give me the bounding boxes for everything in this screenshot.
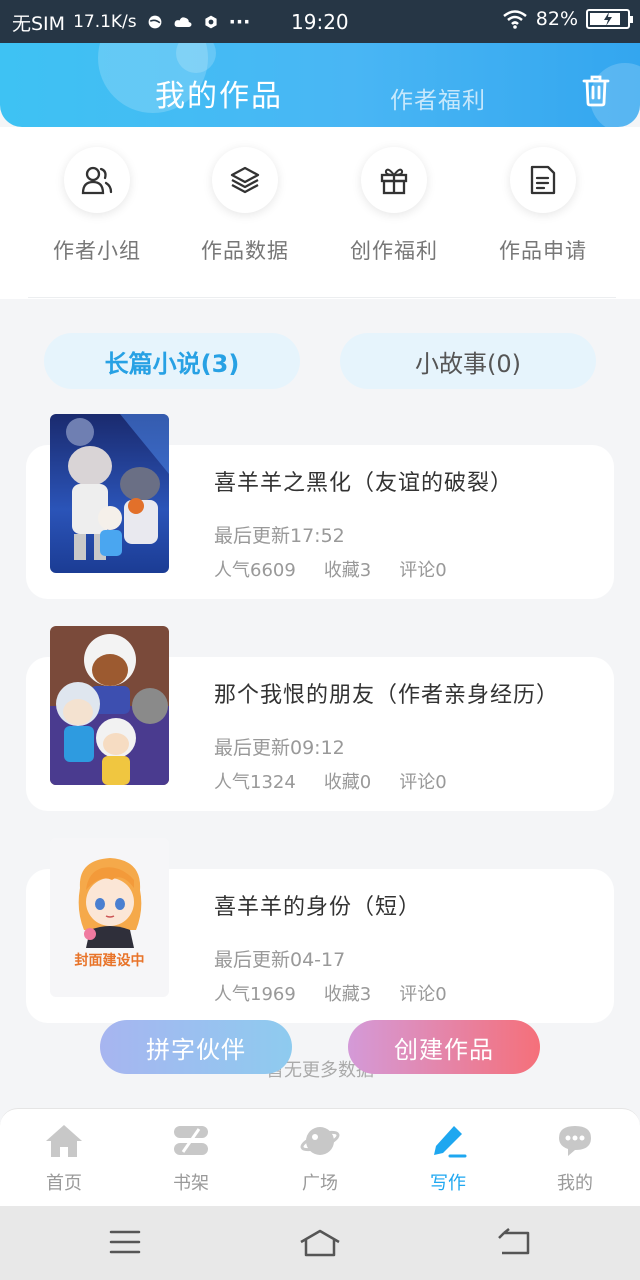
tab-writing[interactable]: 写作 [398,1123,498,1195]
creation-benefits-button[interactable]: 创作福利 [324,147,464,265]
cover-placeholder-text: 封面建设中 [74,953,145,969]
chat-icon [559,1126,591,1156]
tab-label: 书架 [173,1173,209,1194]
action-label: 作者小组 [53,239,141,263]
popularity-count: 人气1324 [214,772,296,793]
document-icon [510,147,576,213]
tab-mine[interactable]: 我的 [525,1123,625,1195]
action-label: 作品数据 [201,239,289,263]
author-group-button[interactable]: 作者小组 [27,147,167,265]
comments-count: 评论0 [399,984,447,1005]
no-more-data-text: 暂无更多数据 [266,1060,374,1081]
cloud-icon [174,17,192,27]
tab-label: 首页 [46,1173,82,1194]
tab-author-benefits[interactable]: 作者福利 [390,81,486,115]
comments-count: 评论0 [399,772,447,793]
work-application-button[interactable]: 作品申请 [473,147,613,265]
tab-novels[interactable]: 长篇小说(3) [44,333,300,389]
system-nav-bar [0,1206,640,1280]
work-stats: 人气1324 收藏0 评论0 [214,768,447,794]
planet-icon [300,1127,340,1155]
trash-icon[interactable] [580,73,612,107]
tab-label: 我的 [557,1173,593,1194]
battery-percent: 82% [535,8,578,30]
tab-bookshelf[interactable]: 书架 [141,1123,241,1195]
work-updated: 最后更新04-17 [214,949,346,971]
work-data-button[interactable]: 作品数据 [175,147,315,265]
work-title: 喜羊羊的身份（短） [214,895,422,920]
app-badge-icon [205,15,217,29]
divider [28,297,616,298]
layers-icon [212,147,278,213]
tab-plaza[interactable]: 广场 [270,1123,370,1195]
home-nav-icon[interactable] [298,1228,342,1258]
work-updated: 最后更新17:52 [214,525,345,547]
gift-icon [361,147,427,213]
work-updated: 最后更新09:12 [214,737,345,759]
tab-label: 写作 [430,1173,466,1194]
partner-button[interactable]: 拼字伙伴 [100,1020,292,1074]
header: 我的作品 作者福利 [0,43,640,127]
menu-icon[interactable] [108,1228,142,1256]
carrier-text: 无SIM [12,12,66,35]
favorites-count: 收藏3 [323,984,372,1005]
wifi-icon [502,10,527,29]
group-icon [64,147,130,213]
home-icon [46,1125,82,1157]
comments-count: 评论0 [399,560,447,581]
action-label: 作品申请 [499,239,587,263]
create-work-button[interactable]: 创建作品 [348,1020,540,1074]
pen-icon [434,1126,467,1158]
work-title: 那个我恨的朋友（作者亲身经历） [214,683,560,708]
page-title[interactable]: 我的作品 [155,71,283,115]
bottom-tab-bar: 首页 书架 广场 写作 我的 [0,1108,640,1206]
work-stats: 人气6609 收藏3 评论0 [214,556,447,582]
more-indicator: ··· [228,11,251,33]
clock: 19:20 [291,10,349,34]
favorites-count: 收藏0 [323,772,372,793]
tab-short-stories[interactable]: 小故事(0) [340,333,596,389]
popularity-count: 人气6609 [214,560,296,581]
quick-actions: 作者小组 作品数据 创作福利 作品申请 [0,127,640,299]
anime-girl-mascot-icon [78,858,142,948]
work-cover-placeholder[interactable]: 封面建设中 [50,838,169,997]
back-icon[interactable] [496,1228,532,1256]
popularity-count: 人气1969 [214,984,296,1005]
app-notification-icon [148,15,162,29]
action-label: 创作福利 [350,239,438,263]
work-stats: 人气1969 收藏3 评论0 [214,980,447,1006]
network-speed: 17.1K/s [73,12,137,32]
work-title: 喜羊羊之黑化（友谊的破裂） [214,471,514,496]
bookshelf-icon [174,1126,208,1155]
work-cover-image[interactable] [50,414,169,573]
favorites-count: 收藏3 [323,560,372,581]
work-cover-image[interactable] [50,626,169,785]
tab-home[interactable]: 首页 [14,1123,114,1195]
battery-icon [586,9,633,29]
status-bar: 无SIM 17.1K/s ··· 19:20 82% [0,0,640,44]
tab-label: 广场 [302,1173,338,1194]
